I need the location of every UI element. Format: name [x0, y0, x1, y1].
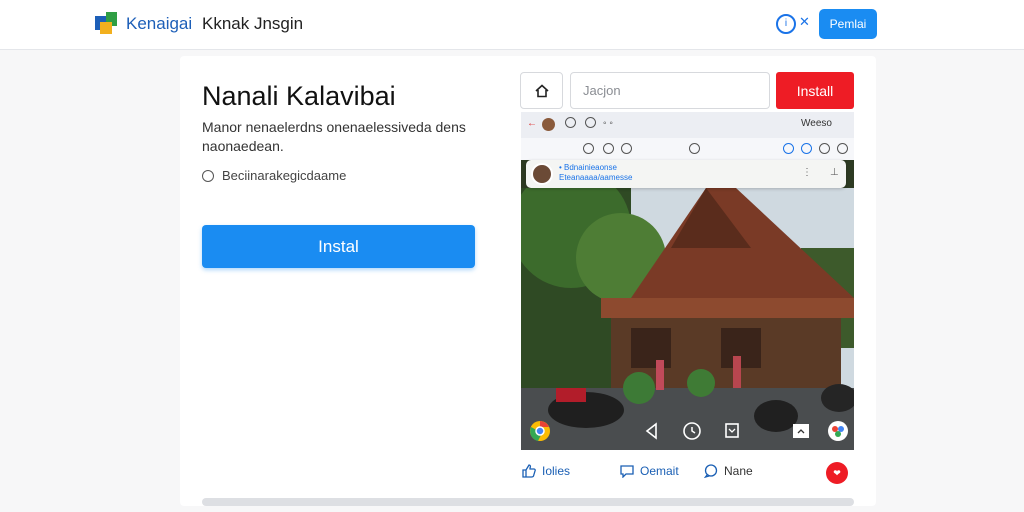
- top-bar: Kenaigai Kknak Jnsgin i ✕ Pemlai: [0, 0, 1024, 50]
- sync-icon[interactable]: [783, 143, 794, 154]
- app-preview: ← ◦ ◦ Weeso • Bdnainieaonse Eteanaaaa/aa…: [521, 112, 854, 450]
- lock-icon[interactable]: [583, 143, 594, 154]
- home-button[interactable]: [520, 72, 563, 109]
- header-action-button[interactable]: Pemlai: [819, 9, 877, 39]
- share-button[interactable]: Nane: [704, 464, 753, 478]
- chrome-icon[interactable]: [529, 420, 551, 442]
- assistant-icon[interactable]: [827, 420, 849, 442]
- search-input[interactable]: [570, 72, 770, 109]
- comment-button[interactable]: Oemait: [620, 464, 679, 478]
- comment-label: Oemait: [640, 464, 679, 478]
- brand-name[interactable]: Kenaigai: [126, 14, 192, 34]
- recent-apps-icon[interactable]: [721, 420, 743, 442]
- chat-bubble-icon: [704, 464, 718, 478]
- info-circle-icon[interactable]: i: [776, 14, 796, 34]
- extensions-icon[interactable]: [819, 143, 830, 154]
- home-circle-icon[interactable]: [681, 420, 703, 442]
- like-button[interactable]: Iolies: [522, 464, 570, 478]
- app-logo-icon[interactable]: [94, 10, 120, 36]
- home-icon: [534, 83, 549, 97]
- page-title: Nanali Kalavibai: [202, 81, 396, 111]
- share-label: Nane: [724, 464, 753, 478]
- nav-title[interactable]: Kknak Jnsgin: [202, 14, 303, 34]
- settings-icon[interactable]: [837, 143, 848, 154]
- pin-icon[interactable]: ⊥: [830, 167, 839, 178]
- option-row[interactable]: Beciinarakegicdaame: [202, 168, 346, 183]
- star-icon[interactable]: [603, 143, 614, 154]
- action-bar: Iolies Oemait Nane ❤: [520, 460, 854, 486]
- browser-tab-bar: ← ◦ ◦ Weeso: [521, 112, 854, 138]
- more-dots-icon[interactable]: ⋮: [802, 167, 812, 178]
- tab-label[interactable]: Weeso: [801, 118, 832, 129]
- cast-icon[interactable]: [793, 424, 809, 438]
- address-bar: [521, 138, 854, 160]
- page-description: Manor nenaelerdns onenaelessiveda dens n…: [202, 119, 466, 154]
- scene-photo: [521, 188, 854, 450]
- bookmark-icon[interactable]: [621, 143, 632, 154]
- account-icon[interactable]: [801, 143, 812, 154]
- refresh-icon[interactable]: [585, 117, 596, 128]
- avatar[interactable]: [531, 163, 553, 185]
- clock-icon[interactable]: [565, 117, 576, 128]
- install-red-button[interactable]: Install: [776, 72, 854, 109]
- horizontal-scrollbar[interactable]: [202, 498, 854, 506]
- option-label: Beciinarakegicdaame: [222, 168, 347, 183]
- close-icon[interactable]: ✕: [799, 14, 810, 30]
- install-button[interactable]: Instal: [202, 225, 475, 268]
- comment-icon: [620, 465, 634, 478]
- back-arrow-icon[interactable]: ←: [527, 118, 537, 129]
- navigation-overlay: [521, 412, 854, 450]
- avatar[interactable]: [542, 118, 555, 131]
- history-icon[interactable]: [689, 143, 700, 154]
- notification-card[interactable]: • Bdnainieaonse Eteanaaaa/aamesse ⋮ ⊥: [526, 160, 846, 188]
- reaction-icon[interactable]: ❤: [826, 462, 848, 484]
- like-label: Iolies: [542, 464, 571, 478]
- card-line-1: • Bdnainieaonse: [559, 163, 617, 172]
- menu-dots-icon[interactable]: ◦ ◦: [603, 118, 613, 129]
- radio-circle-icon[interactable]: [202, 169, 214, 182]
- card-line-2: Eteanaaaa/aamesse: [559, 173, 633, 182]
- thumbs-up-icon: [522, 464, 536, 478]
- back-triangle-icon[interactable]: [641, 420, 663, 442]
